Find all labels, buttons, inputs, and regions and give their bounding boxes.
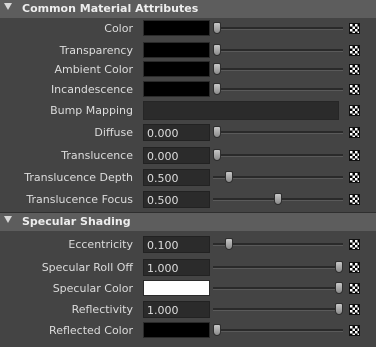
- map-texture-checker-icon[interactable]: [349, 325, 360, 336]
- map-texture-checker-icon[interactable]: [349, 283, 360, 294]
- map-texture-checker-icon[interactable]: [349, 194, 360, 205]
- slider-handle[interactable]: [335, 282, 343, 294]
- slider-track: [213, 266, 343, 269]
- map-texture-checker-icon[interactable]: [349, 239, 360, 250]
- slider-track: [213, 68, 343, 71]
- map-texture-checker-icon[interactable]: [349, 172, 360, 183]
- attr-row-translucence-depth: Translucence Depth 0.500: [0, 167, 376, 189]
- attr-label: Transparency: [59, 44, 133, 57]
- value-field[interactable]: 0.500: [143, 191, 210, 208]
- map-texture-checker-icon[interactable]: [349, 304, 360, 315]
- slider-handle[interactable]: [213, 44, 221, 56]
- attr-row-translucence: Translucence 0.000: [0, 145, 376, 167]
- value-slider[interactable]: [213, 189, 343, 211]
- slider-handle[interactable]: [213, 149, 221, 161]
- slider-handle[interactable]: [213, 63, 221, 75]
- section-divider: [0, 212, 376, 213]
- color-swatch[interactable]: [143, 81, 210, 97]
- attr-label: Incandescence: [50, 83, 133, 96]
- value-slider[interactable]: [213, 234, 343, 256]
- slider-handle[interactable]: [225, 238, 234, 250]
- attr-row-ambient-color: Ambient Color: [0, 59, 376, 81]
- value-slider[interactable]: [213, 167, 343, 189]
- attr-row-reflectivity: Reflectivity 1.000: [0, 299, 376, 321]
- attr-row-eccentricity: Eccentricity 0.100: [0, 234, 376, 256]
- attr-label: Specular Color: [52, 282, 133, 295]
- section-header-specular-shading[interactable]: Specular Shading: [0, 213, 376, 231]
- map-texture-checker-icon[interactable]: [349, 105, 360, 116]
- map-texture-checker-icon[interactable]: [349, 84, 360, 95]
- section-title: Specular Shading: [22, 215, 131, 228]
- slider-handle[interactable]: [274, 193, 282, 205]
- attr-label: Eccentricity: [68, 238, 133, 251]
- color-swatch[interactable]: [143, 61, 210, 77]
- color-swatch[interactable]: [143, 20, 210, 36]
- attr-label: Translucence Depth: [24, 171, 133, 184]
- section-header-common-material-attributes[interactable]: Common Material Attributes: [0, 0, 376, 18]
- value-field[interactable]: 0.100: [143, 236, 210, 253]
- slider-handle[interactable]: [213, 324, 221, 336]
- attr-label: Diffuse: [94, 126, 133, 139]
- value-slider[interactable]: [213, 299, 343, 321]
- collapse-arrow-icon[interactable]: [4, 216, 12, 223]
- value-field[interactable]: 0.000: [143, 147, 210, 164]
- map-texture-checker-icon[interactable]: [349, 64, 360, 75]
- bump-mapping-field[interactable]: [143, 101, 339, 120]
- attr-label: Translucence Focus: [26, 193, 133, 206]
- map-texture-checker-icon[interactable]: [349, 262, 360, 273]
- value-slider[interactable]: [213, 145, 343, 167]
- slider-track: [213, 49, 343, 52]
- attr-label: Bump Mapping: [50, 104, 133, 117]
- value-slider[interactable]: [213, 320, 343, 342]
- slider-track: [213, 131, 343, 134]
- attr-row-specular-color: Specular Color: [0, 278, 376, 300]
- value-slider[interactable]: [213, 59, 343, 81]
- value-slider[interactable]: [213, 122, 343, 144]
- value-field[interactable]: 1.000: [143, 301, 210, 318]
- color-swatch[interactable]: [143, 42, 210, 58]
- slider-track: [213, 329, 343, 332]
- attr-row-diffuse: Diffuse 0.000: [0, 122, 376, 144]
- attr-label: Specular Roll Off: [41, 261, 133, 274]
- attr-label: Color: [104, 22, 133, 35]
- attr-row-translucence-focus: Translucence Focus 0.500: [0, 189, 376, 211]
- attr-row-incandescence: Incandescence: [0, 79, 376, 101]
- attr-label: Translucence: [61, 149, 133, 162]
- slider-handle[interactable]: [213, 22, 221, 34]
- value-field[interactable]: 0.500: [143, 169, 210, 186]
- value-slider[interactable]: [213, 278, 343, 300]
- attr-row-specular-roll-off: Specular Roll Off 1.000: [0, 257, 376, 279]
- attr-row-bump-mapping: Bump Mapping: [0, 100, 376, 122]
- map-texture-checker-icon[interactable]: [349, 45, 360, 56]
- slider-track: [213, 308, 343, 311]
- value-slider[interactable]: [213, 257, 343, 279]
- slider-track: [213, 27, 343, 30]
- map-texture-checker-icon[interactable]: [349, 150, 360, 161]
- value-slider[interactable]: [213, 18, 343, 40]
- slider-track: [213, 287, 343, 290]
- value-field[interactable]: 1.000: [143, 259, 210, 276]
- attr-label: Reflected Color: [49, 324, 133, 337]
- color-swatch[interactable]: [143, 280, 210, 296]
- value-slider[interactable]: [213, 79, 343, 101]
- slider-handle[interactable]: [335, 303, 343, 315]
- section-title: Common Material Attributes: [22, 2, 199, 15]
- value-field[interactable]: 0.000: [143, 124, 210, 141]
- slider-handle[interactable]: [225, 171, 234, 183]
- collapse-arrow-icon[interactable]: [4, 3, 12, 10]
- attr-label: Ambient Color: [54, 63, 133, 76]
- map-texture-checker-icon[interactable]: [349, 127, 360, 138]
- attr-label: Reflectivity: [71, 303, 133, 316]
- map-texture-checker-icon[interactable]: [349, 23, 360, 34]
- color-swatch[interactable]: [143, 322, 210, 338]
- slider-handle[interactable]: [213, 83, 221, 95]
- attr-row-reflected-color: Reflected Color: [0, 320, 376, 342]
- slider-handle[interactable]: [335, 261, 343, 273]
- attr-row-color: Color: [0, 18, 376, 40]
- slider-track: [213, 154, 343, 157]
- slider-track: [213, 88, 343, 91]
- slider-handle[interactable]: [213, 126, 221, 138]
